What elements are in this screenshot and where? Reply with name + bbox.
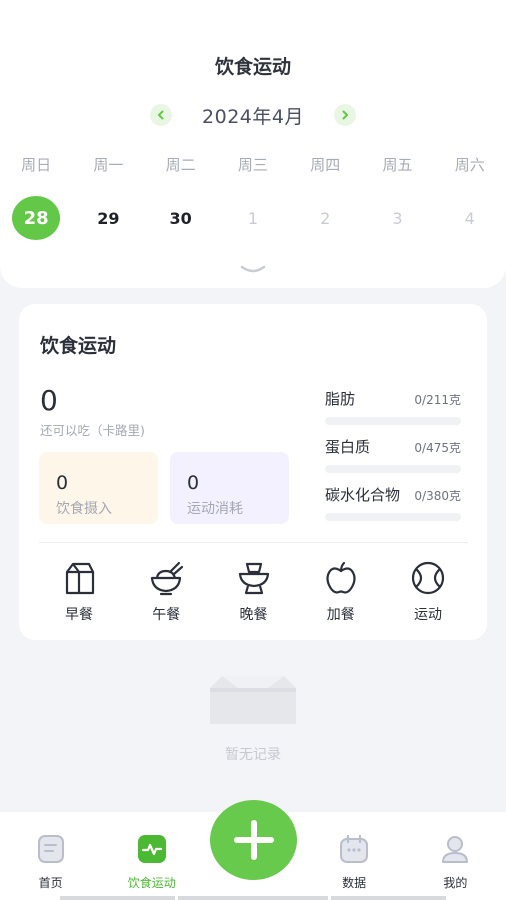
meal-label: 运动 <box>414 607 442 623</box>
home-indicator <box>60 896 175 900</box>
tab-label: 我的 <box>443 876 468 890</box>
expand-chevron-icon[interactable] <box>240 264 266 276</box>
tab-label: 首页 <box>38 876 63 890</box>
meal-label: 晚餐 <box>239 607 268 623</box>
home-indicator <box>331 896 446 900</box>
meal-label: 早餐 <box>65 607 93 623</box>
page-title: 饮食运动 <box>214 56 291 78</box>
date-cell-future[interactable]: 2 <box>289 196 361 240</box>
date-cell-future[interactable]: 1 <box>217 196 289 240</box>
tab-label: 数据 <box>342 876 367 890</box>
date-row: 28 29 30 1 2 3 4 <box>0 196 506 240</box>
weekday-label: 周五 <box>382 156 413 174</box>
nutrient-name: 碳水化合物 <box>325 486 401 504</box>
weekday-label: 周四 <box>310 156 341 174</box>
breakfast-button[interactable]: 早餐 <box>39 560 119 624</box>
burn-box: 0 运动消耗 <box>170 452 289 524</box>
weekday-label: 周三 <box>237 156 268 174</box>
milk-carton-icon <box>65 562 95 595</box>
meal-shortcuts: 早餐 午餐 晚餐 加餐 运动 <box>39 560 468 624</box>
weekday-label: 周一 <box>93 156 124 174</box>
tab-profile[interactable]: 我的 <box>405 812 506 900</box>
nutrient-fat: 脂肪 0/211克 <box>325 388 461 425</box>
tab-label: 饮食运动 <box>127 876 176 890</box>
nutrient-amount: 0/380克 <box>414 489 461 503</box>
tab-home[interactable]: 首页 <box>0 812 101 900</box>
nutrient-progress-bar <box>325 513 461 521</box>
month-label: 2024年4月 <box>202 105 304 128</box>
month-selector: 2024年4月 <box>0 100 506 130</box>
tab-diet-exercise[interactable]: 饮食运动 <box>101 812 202 900</box>
activity-pulse-icon <box>137 835 166 863</box>
burn-label: 运动消耗 <box>187 501 243 517</box>
date-number: 28 <box>12 196 61 240</box>
empty-box-icon <box>210 676 296 724</box>
date-cell-future[interactable]: 3 <box>361 196 433 240</box>
remaining-calories-label: 还可以吃（卡路里) <box>40 423 145 438</box>
nutrient-progress-bar <box>325 465 461 473</box>
dinner-button[interactable]: 晚餐 <box>214 560 294 624</box>
nutrient-name: 蛋白质 <box>325 438 371 456</box>
nutrient-carbs: 碳水化合物 0/380克 <box>325 484 461 521</box>
snack-button[interactable]: 加餐 <box>301 560 381 624</box>
home-doc-icon <box>37 835 64 863</box>
tab-data[interactable]: 数据 <box>304 812 405 900</box>
intake-box: 0 饮食摄入 <box>39 452 158 524</box>
meal-label: 午餐 <box>152 607 181 623</box>
rice-bowl-icon <box>151 561 184 596</box>
empty-state-text: 暂无记录 <box>225 747 281 763</box>
card-title: 饮食运动 <box>40 335 117 357</box>
prev-month-button[interactable] <box>150 104 173 126</box>
date-cell-selected[interactable]: 28 <box>0 196 72 240</box>
exercise-button[interactable]: 运动 <box>388 560 468 624</box>
lunch-button[interactable]: 午餐 <box>126 560 206 624</box>
tennis-ball-icon <box>411 561 445 595</box>
weekday-label: 周六 <box>454 156 485 174</box>
dinner-bowl-icon <box>238 562 269 595</box>
weekday-row: 周日 周一 周二 周三 周四 周五 周六 <box>0 154 506 175</box>
next-month-button[interactable] <box>333 104 356 126</box>
nutrient-amount: 0/475克 <box>414 441 461 455</box>
summary-card: 饮食运动 0 还可以吃（卡路里) 0 饮食摄入 0 运动消耗 脂肪 0/211克… <box>19 304 487 640</box>
calendar-icon <box>340 834 369 863</box>
date-cell-future[interactable]: 4 <box>434 196 506 240</box>
home-indicator <box>178 896 328 900</box>
nutrient-progress-bar <box>325 417 461 425</box>
plus-icon <box>233 820 274 860</box>
nutrient-protein: 蛋白质 0/475克 <box>325 436 461 473</box>
intake-value: 0 <box>56 472 69 494</box>
chevron-right-icon <box>342 110 348 120</box>
nutrient-amount: 0/211克 <box>414 393 461 407</box>
weekday-label: 周日 <box>21 156 52 174</box>
weekday-label: 周二 <box>165 156 196 174</box>
divider <box>39 542 468 543</box>
intake-label: 饮食摄入 <box>56 501 112 517</box>
apple-icon <box>326 561 356 594</box>
burn-value: 0 <box>187 472 200 494</box>
remaining-calories-value: 0 <box>40 384 58 417</box>
chevron-left-icon <box>158 110 164 120</box>
calendar-header: 饮食运动 2024年4月 周日 周一 周二 周三 周四 周五 周六 28 29 … <box>0 0 506 288</box>
meal-label: 加餐 <box>326 607 355 623</box>
user-icon <box>442 836 469 863</box>
date-cell[interactable]: 29 <box>72 196 144 240</box>
nutrient-name: 脂肪 <box>325 390 356 408</box>
date-cell[interactable]: 30 <box>145 196 217 240</box>
add-record-button[interactable] <box>210 800 297 880</box>
